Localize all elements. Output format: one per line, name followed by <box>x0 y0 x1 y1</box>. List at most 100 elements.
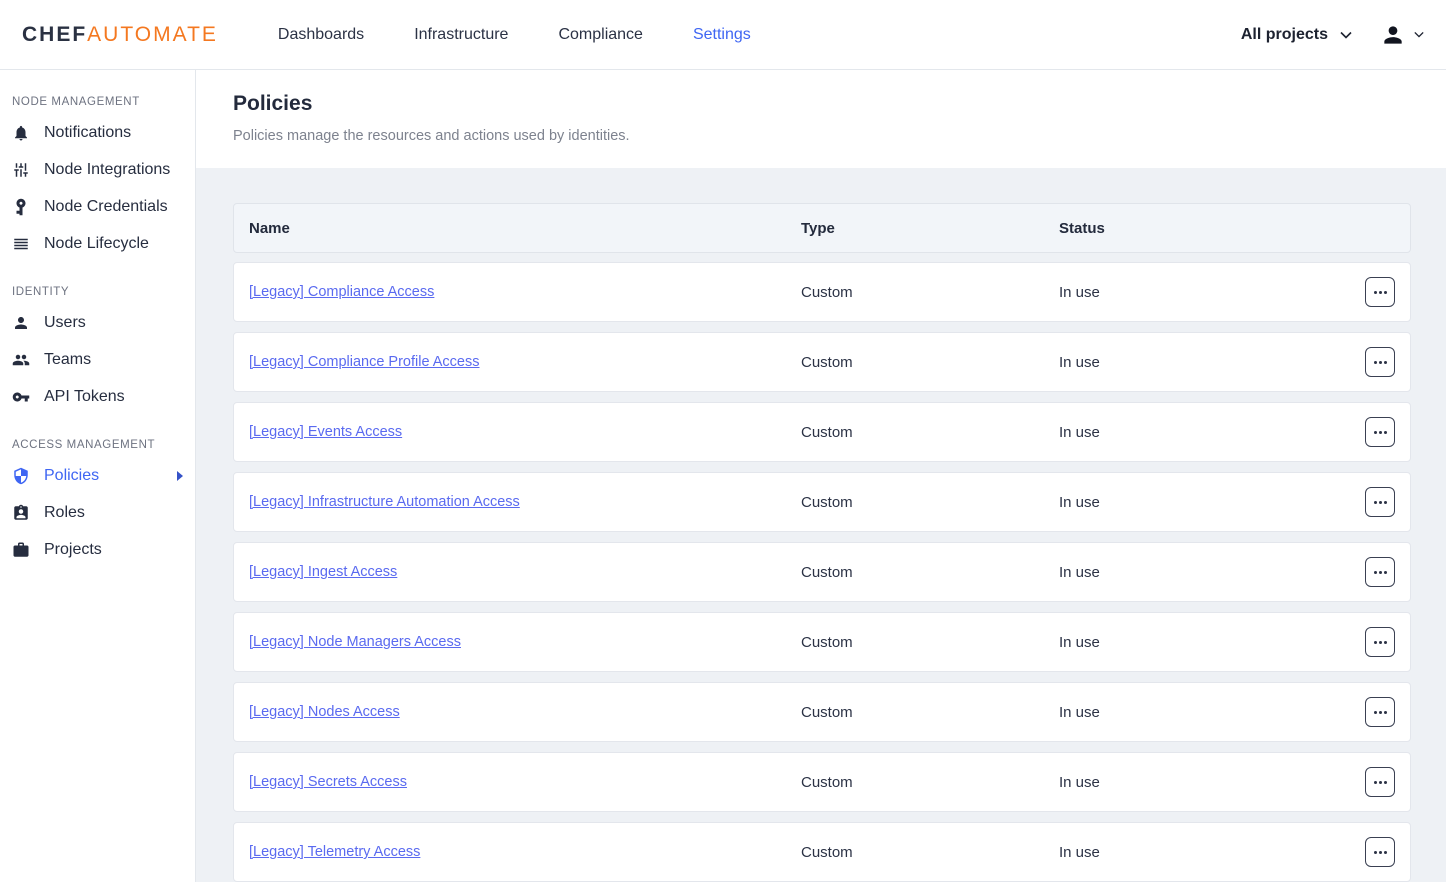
sidebar-item-roles[interactable]: Roles <box>0 494 195 531</box>
badge-icon <box>12 504 30 522</box>
section-title-access-management: ACCESS MANAGEMENT <box>0 429 195 457</box>
policy-status: In use <box>1059 564 1349 581</box>
user-menu[interactable] <box>1380 22 1424 48</box>
policy-type: Custom <box>801 424 1059 441</box>
column-header-name: Name <box>234 220 801 237</box>
table-row: [Legacy] Nodes Access Custom In use <box>233 682 1411 742</box>
policy-type: Custom <box>801 844 1059 861</box>
policy-link[interactable]: [Legacy] Compliance Profile Access <box>249 354 480 370</box>
page-header: Policies Policies manage the resources a… <box>196 70 1446 168</box>
section-title-identity: IDENTITY <box>0 276 195 304</box>
sidebar-item-api-tokens[interactable]: API Tokens <box>0 378 195 415</box>
sidebar-item-label: Teams <box>44 351 91 369</box>
row-menu-button[interactable] <box>1365 417 1395 447</box>
ellipsis-icon <box>1374 361 1377 364</box>
row-menu-button[interactable] <box>1365 627 1395 657</box>
policy-type: Custom <box>801 494 1059 511</box>
sidebar-item-label: Roles <box>44 504 85 522</box>
row-menu-button[interactable] <box>1365 697 1395 727</box>
sidebar-item-users[interactable]: Users <box>0 304 195 341</box>
projects-filter-label: All projects <box>1241 26 1328 44</box>
table-header-row: Name Type Status <box>233 203 1411 253</box>
projects-filter-dropdown[interactable]: All projects <box>1241 26 1352 44</box>
sidebar-item-label: Projects <box>44 541 102 559</box>
policy-status: In use <box>1059 284 1349 301</box>
settings-sidebar: NODE MANAGEMENT Notifications Node Integ… <box>0 70 196 882</box>
ellipsis-icon <box>1374 501 1377 504</box>
table-row: [Legacy] Infrastructure Automation Acces… <box>233 472 1411 532</box>
policy-link[interactable]: [Legacy] Telemetry Access <box>249 844 420 860</box>
sidebar-item-policies[interactable]: Policies <box>0 457 195 494</box>
sidebar-item-node-lifecycle[interactable]: Node Lifecycle <box>0 225 195 262</box>
sidebar-item-teams[interactable]: Teams <box>0 341 195 378</box>
row-menu-button[interactable] <box>1365 557 1395 587</box>
policy-link[interactable]: [Legacy] Ingest Access <box>249 564 397 580</box>
sidebar-item-notifications[interactable]: Notifications <box>0 114 195 151</box>
policy-type: Custom <box>801 284 1059 301</box>
row-menu-button[interactable] <box>1365 277 1395 307</box>
sidebar-item-node-credentials[interactable]: Node Credentials <box>0 188 195 225</box>
list-icon <box>12 235 30 253</box>
policy-status: In use <box>1059 774 1349 791</box>
nav-compliance[interactable]: Compliance <box>558 26 642 44</box>
row-menu-button[interactable] <box>1365 347 1395 377</box>
policy-type: Custom <box>801 354 1059 371</box>
table-row: [Legacy] Secrets Access Custom In use <box>233 752 1411 812</box>
ellipsis-icon <box>1374 571 1377 574</box>
row-menu-button[interactable] <box>1365 487 1395 517</box>
nav-settings[interactable]: Settings <box>693 26 751 44</box>
key-vertical-icon <box>12 198 30 216</box>
policy-link[interactable]: [Legacy] Events Access <box>249 424 402 440</box>
sidebar-item-label: Node Lifecycle <box>44 235 149 253</box>
chevron-down-icon <box>1414 31 1424 38</box>
policy-status: In use <box>1059 494 1349 511</box>
sliders-icon <box>12 161 30 179</box>
sidebar-item-label: Notifications <box>44 124 131 142</box>
policy-type: Custom <box>801 704 1059 721</box>
top-navigation-bar: CHEFAUTOMATE Dashboards Infrastructure C… <box>0 0 1446 70</box>
user-avatar-icon <box>1380 22 1406 48</box>
policy-status: In use <box>1059 704 1349 721</box>
section-title-node-management: NODE MANAGEMENT <box>0 86 195 114</box>
ellipsis-icon <box>1374 431 1377 434</box>
policy-status: In use <box>1059 634 1349 651</box>
logo-automate-text: AUTOMATE <box>87 23 218 47</box>
table-row: [Legacy] Ingest Access Custom In use <box>233 542 1411 602</box>
ellipsis-icon <box>1374 781 1377 784</box>
policies-content-area: Name Type Status [Legacy] Compliance Acc… <box>196 168 1446 882</box>
ellipsis-icon <box>1374 641 1377 644</box>
column-header-status: Status <box>1059 220 1349 237</box>
policy-link[interactable]: [Legacy] Node Managers Access <box>249 634 461 650</box>
triangle-right-icon[interactable] <box>177 471 183 481</box>
sidebar-item-node-integrations[interactable]: Node Integrations <box>0 151 195 188</box>
person-icon <box>12 314 30 332</box>
briefcase-icon <box>12 541 30 559</box>
sidebar-item-label: Node Credentials <box>44 198 168 216</box>
main-nav-links: Dashboards Infrastructure Compliance Set… <box>278 26 751 44</box>
people-icon <box>12 351 30 369</box>
table-row: [Legacy] Compliance Profile Access Custo… <box>233 332 1411 392</box>
sidebar-item-label: Node Integrations <box>44 161 170 179</box>
policy-status: In use <box>1059 844 1349 861</box>
policy-link[interactable]: [Legacy] Nodes Access <box>249 704 400 720</box>
nav-dashboards[interactable]: Dashboards <box>278 26 364 44</box>
column-header-type: Type <box>801 220 1059 237</box>
row-menu-button[interactable] <box>1365 837 1395 867</box>
policy-link[interactable]: [Legacy] Secrets Access <box>249 774 407 790</box>
policy-type: Custom <box>801 774 1059 791</box>
policy-status: In use <box>1059 424 1349 441</box>
row-menu-button[interactable] <box>1365 767 1395 797</box>
page-subtitle: Policies manage the resources and action… <box>233 128 1411 144</box>
ellipsis-icon <box>1374 291 1377 294</box>
page-title: Policies <box>233 92 1411 116</box>
policy-link[interactable]: [Legacy] Infrastructure Automation Acces… <box>249 494 520 510</box>
nav-infrastructure[interactable]: Infrastructure <box>414 26 508 44</box>
sidebar-item-label: Users <box>44 314 86 332</box>
logo-chef-text: CHEF <box>22 23 87 47</box>
sidebar-item-projects[interactable]: Projects <box>0 531 195 568</box>
key-icon <box>12 388 30 406</box>
policy-link[interactable]: [Legacy] Compliance Access <box>249 284 434 300</box>
table-row: [Legacy] Telemetry Access Custom In use <box>233 822 1411 882</box>
chef-automate-logo[interactable]: CHEFAUTOMATE <box>22 23 218 47</box>
sidebar-item-label: API Tokens <box>44 388 125 406</box>
